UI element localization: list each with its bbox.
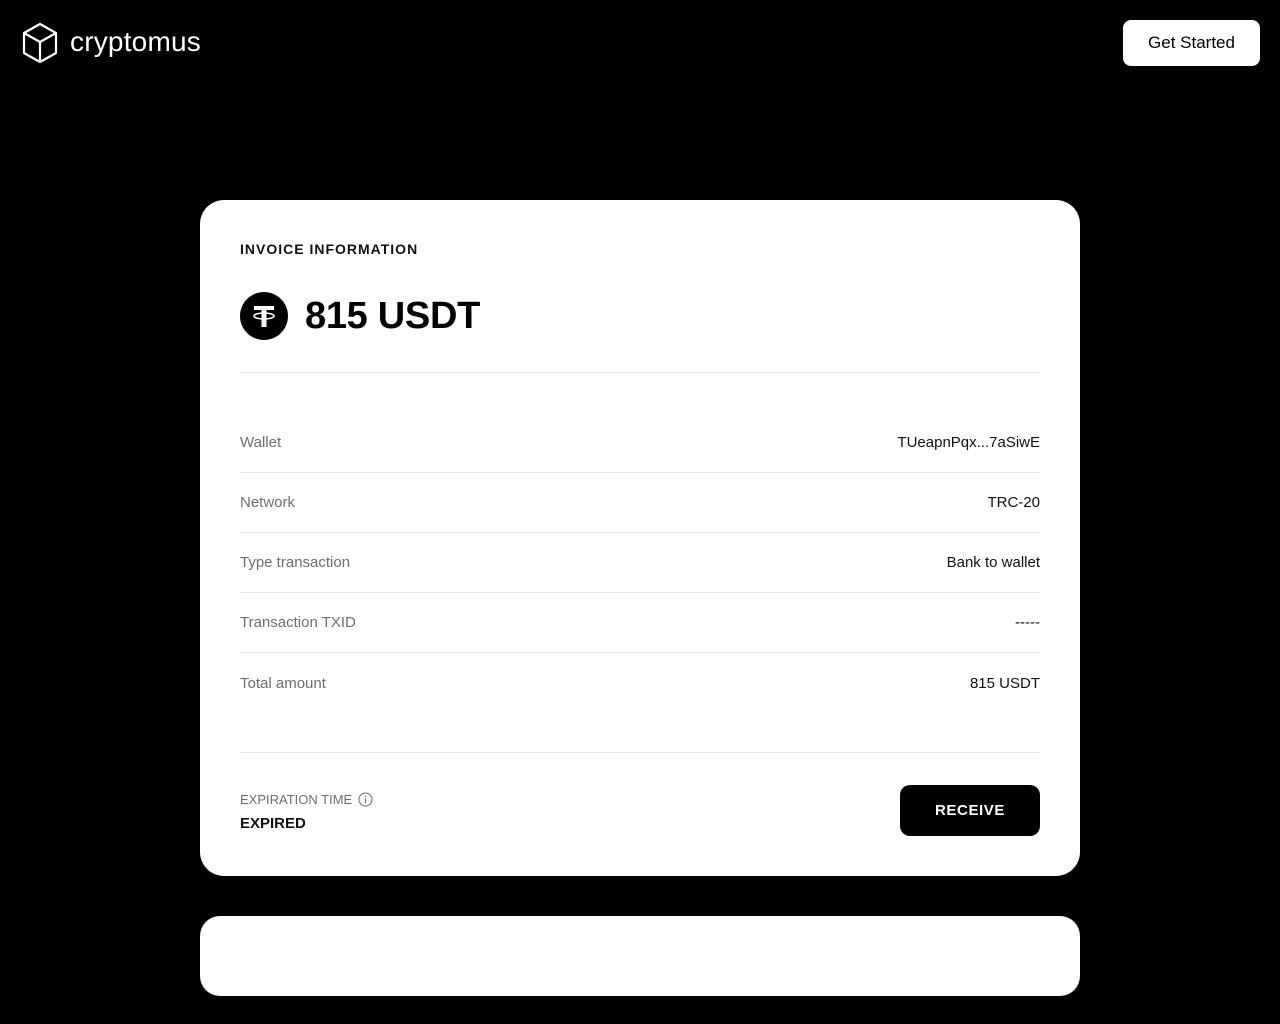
detail-label: Wallet <box>240 434 282 451</box>
site-header: cryptomus Get Started <box>0 0 1280 88</box>
invoice-title: INVOICE INFORMATION <box>240 241 419 257</box>
detail-label: Type transaction <box>240 554 351 571</box>
expiration-label-text: EXPIRATION TIME <box>240 791 353 807</box>
expiration-label: EXPIRATION TIME <box>240 791 373 807</box>
type-transaction-value: Bank to wallet <box>946 554 1040 571</box>
detail-label: Transaction TXID <box>240 614 356 631</box>
invoice-card: INVOICE INFORMATION 815 USDT Wallet TUea… <box>200 200 1080 876</box>
detail-label: Total amount <box>240 674 326 692</box>
secondary-card <box>200 916 1080 996</box>
receive-button[interactable]: RECEIVE <box>900 785 1040 836</box>
detail-row-txid: Transaction TXID ----- <box>240 593 1040 653</box>
expiration-status: EXPIRED <box>240 815 306 832</box>
detail-row-total-amount: Total amount 815 USDT <box>240 653 1040 713</box>
detail-label: Network <box>240 494 296 511</box>
info-icon[interactable] <box>358 792 373 807</box>
invoice-amount-row: 815 USDT <box>240 292 480 340</box>
divider <box>240 372 1040 373</box>
get-started-button[interactable]: Get Started <box>1123 20 1260 66</box>
detail-row-wallet: Wallet TUeapnPqx...7aSiwE <box>240 413 1040 473</box>
cryptomus-logo[interactable]: cryptomus <box>22 22 201 64</box>
tether-icon <box>240 292 288 340</box>
network-value: TRC-20 <box>987 494 1040 511</box>
wallet-address[interactable]: TUeapnPqx...7aSiwE <box>897 434 1040 451</box>
detail-row-type-transaction: Type transaction Bank to wallet <box>240 533 1040 593</box>
cube-icon <box>22 22 58 64</box>
divider <box>240 752 1040 753</box>
detail-row-network: Network TRC-20 <box>240 473 1040 533</box>
invoice-amount: 815 USDT <box>305 294 481 337</box>
invoice-details: Wallet TUeapnPqx...7aSiwE Network TRC-20… <box>240 413 1040 713</box>
logo-text: cryptomus <box>70 25 201 57</box>
total-amount-value: 815 USDT <box>969 674 1040 692</box>
txid-value: ----- <box>1015 614 1040 631</box>
